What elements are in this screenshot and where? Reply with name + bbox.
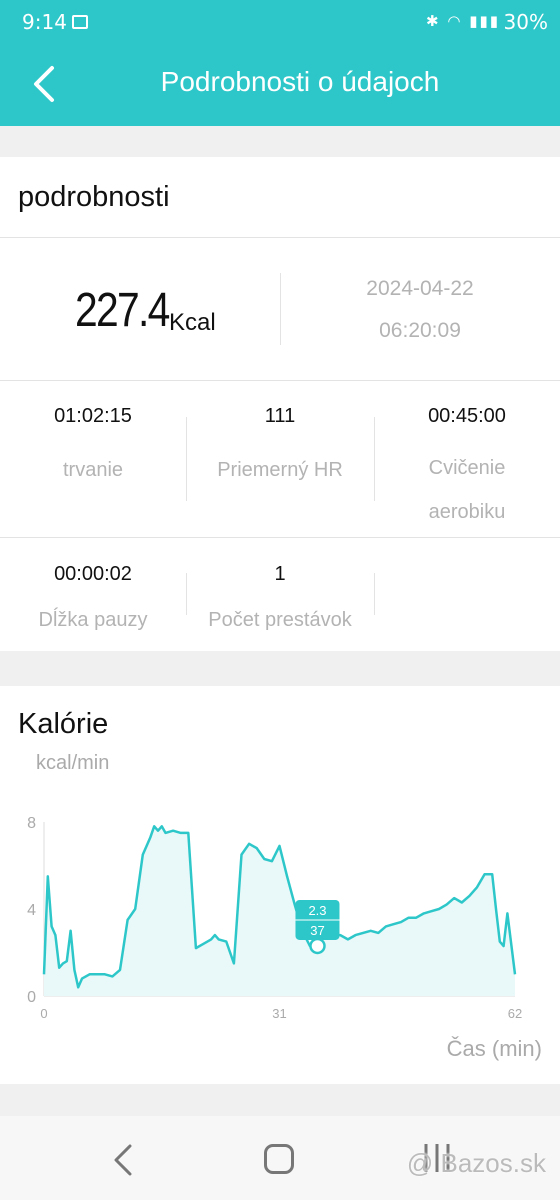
stat-value: 111 (264, 405, 296, 427)
stat-pause-length: 00:00:02 Dĺžka pauzy (0, 563, 186, 642)
x-tick-label: 0 (40, 1006, 47, 1021)
y-tick-label: 0 (27, 989, 36, 1006)
stat-label: Dĺžka pauzy (38, 609, 148, 631)
session-time: 06:20:09 (379, 319, 461, 342)
x-axis-label: Čas (min) (446, 1036, 542, 1061)
calories-total: 227.4 Kcal (75, 283, 216, 338)
selected-point-marker (309, 937, 326, 955)
gallery-icon (72, 15, 88, 29)
divider (280, 273, 281, 345)
y-tick-label: 4 (27, 902, 36, 919)
tooltip-value: 2.3 (308, 903, 326, 918)
details-title: podrobnosti (18, 181, 170, 213)
stat-label: Cvičenie aerobiku (428, 457, 506, 523)
calories-value: 227.4 (75, 284, 170, 337)
y-tick-label: 8 (27, 815, 36, 832)
calories-chart[interactable]: 0 4 8 0 31 62 2.3 37 (0, 686, 560, 1084)
status-time: 9:14 (22, 10, 67, 34)
calories-chart-card: Kalórie kcal/min 0 4 8 0 31 62 2.3 37 Čas (min) (0, 686, 560, 1084)
divider (0, 380, 560, 381)
status-bar: 9:14 ✱ ◠ ▮▮▮ 30% (0, 0, 560, 46)
app-bar: Podrobnosti o údajoch (0, 46, 560, 126)
divider (0, 237, 560, 238)
page-title: Podrobnosti o údajoch (160, 66, 440, 97)
stat-avg-hr: 111 Priemerný HR (187, 405, 373, 492)
details-card: podrobnosti 227.4 Kcal 2024-04-22 06:20:… (0, 157, 560, 651)
stat-duration: 01:02:15 trvanie (0, 405, 186, 492)
stat-label: trvanie (62, 459, 124, 481)
tooltip-label: 37 (310, 923, 324, 938)
calories-unit: Kcal (169, 309, 216, 336)
stat-value: 1 (274, 563, 286, 585)
nav-bar: @ Bazos.sk (0, 1116, 560, 1200)
divider (0, 537, 560, 538)
stat-label: Počet prestávok (208, 609, 352, 631)
stat-value: 00:45:00 (428, 405, 506, 427)
series-area (44, 826, 515, 996)
x-tick-label: 31 (272, 1006, 286, 1021)
battery-level: 30% (503, 10, 548, 34)
nav-home-icon[interactable] (264, 1144, 294, 1174)
session-date: 2024-04-22 (366, 277, 474, 300)
stat-aerobic: 00:45:00 Cvičenie aerobiku (374, 405, 560, 534)
stat-label: Priemerný HR (217, 459, 343, 481)
status-icons: ✱ ◠ ▮▮▮ (426, 12, 500, 30)
watermark: @ Bazos.sk (406, 1148, 546, 1178)
stat-pause-count: 1 Počet prestávok (187, 563, 373, 642)
stat-value: 00:00:02 (54, 563, 132, 585)
divider (374, 573, 375, 615)
nav-back-icon[interactable] (106, 1140, 140, 1180)
x-tick-label: 62 (508, 1006, 522, 1021)
stat-value: 01:02:15 (54, 405, 132, 427)
